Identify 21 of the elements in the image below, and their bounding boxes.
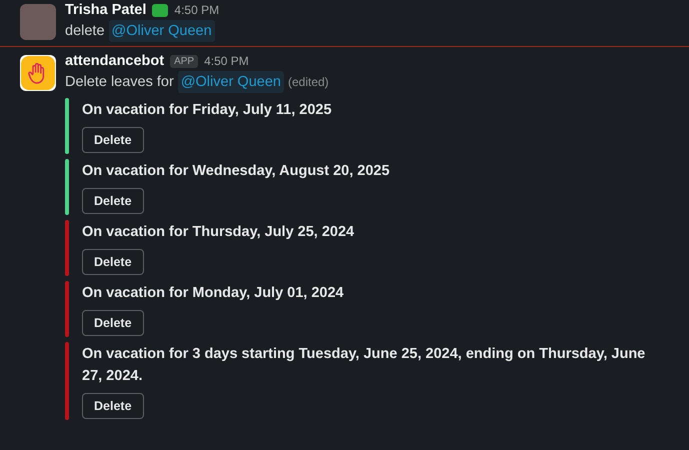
delete-button[interactable]: Delete: [82, 188, 144, 214]
message-text: delete: [65, 22, 105, 41]
message-text: Delete leaves for: [65, 73, 174, 92]
edited-label: (edited): [288, 74, 329, 91]
timestamp[interactable]: 4:50 PM: [174, 3, 220, 17]
bot-avatar[interactable]: [20, 55, 56, 91]
delete-button[interactable]: Delete: [82, 310, 144, 336]
timestamp[interactable]: 4:50 PM: [204, 54, 249, 68]
attachment-title: On vacation for 3 days starting Tuesday, June 25, 2024, ending on Thursday, June 27, 2024.: [82, 345, 646, 386]
author-name[interactable]: Trisha Patel: [65, 2, 146, 18]
delete-button[interactable]: Delete: [82, 249, 144, 275]
app-badge: APP: [170, 54, 198, 68]
delete-button[interactable]: Delete: [82, 393, 144, 419]
attachment-title: On vacation for Friday, July 11, 2025: [82, 101, 332, 120]
delete-button[interactable]: Delete: [82, 127, 144, 153]
user-mention[interactable]: @Oliver Queen: [108, 20, 215, 42]
attachment-title: On vacation for Wednesday, August 20, 2025: [82, 162, 390, 181]
attachment-title: On vacation for Thursday, July 25, 2024: [82, 223, 354, 242]
user-mention[interactable]: @Oliver Queen: [178, 71, 284, 93]
author-name[interactable]: attendancebot: [65, 53, 164, 69]
attachment-title: On vacation for Monday, July 01, 2024: [82, 284, 344, 303]
